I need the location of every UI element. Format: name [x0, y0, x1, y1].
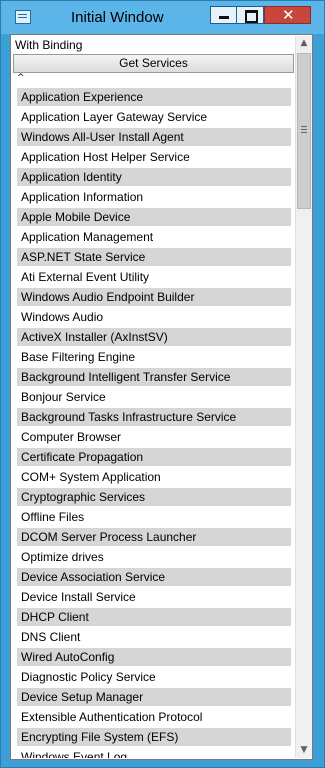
list-item[interactable]: Application Management — [17, 228, 291, 246]
app-window: Initial Window ✕ With Binding Get Servic… — [0, 0, 325, 768]
list-item[interactable]: Device Setup Manager — [17, 688, 291, 706]
window-title: Initial Window — [71, 9, 164, 26]
list-item[interactable]: Application Host Helper Service — [17, 148, 291, 166]
list-item[interactable]: Windows All-User Install Agent — [17, 128, 291, 146]
list-item[interactable]: Base Filtering Engine — [17, 348, 291, 366]
list-item[interactable]: DHCP Client — [17, 608, 291, 626]
list-item[interactable]: Windows Event Log — [17, 748, 291, 758]
maximize-button[interactable] — [237, 6, 264, 24]
minimize-button[interactable] — [210, 6, 237, 24]
get-services-button[interactable]: Get Services — [13, 54, 294, 73]
list-item[interactable]: ActiveX Installer (AxInstSV) — [17, 328, 291, 346]
list-item[interactable]: Windows Audio Endpoint Builder — [17, 288, 291, 306]
list-item[interactable]: Offline Files — [17, 508, 291, 526]
minimize-icon — [219, 16, 229, 19]
scroll-up-icon[interactable]: ▲ — [296, 36, 312, 51]
scroll-thumb[interactable] — [297, 53, 311, 209]
close-button[interactable]: ✕ — [264, 6, 311, 24]
vertical-scrollbar[interactable]: ▲ ▼ — [295, 36, 312, 758]
title-bar[interactable]: Initial Window ✕ — [1, 1, 324, 34]
maximize-icon — [245, 10, 258, 23]
sort-ascending-icon[interactable]: ^ — [17, 73, 25, 83]
list-item[interactable]: Application Identity — [17, 168, 291, 186]
list-item[interactable]: Diagnostic Policy Service — [17, 668, 291, 686]
binding-label: With Binding — [15, 38, 83, 52]
list-item[interactable]: Windows Audio — [17, 308, 291, 326]
list-item[interactable]: Encrypting File System (EFS) — [17, 728, 291, 746]
close-icon: ✕ — [282, 6, 295, 24]
list-item[interactable]: Wired AutoConfig — [17, 648, 291, 666]
list-item[interactable]: Certificate Propagation — [17, 448, 291, 466]
grip-icon — [301, 126, 307, 127]
list-item[interactable]: Background Tasks Infrastructure Service — [17, 408, 291, 426]
client-area: With Binding Get Services ^ Application … — [10, 34, 313, 760]
list-item[interactable]: Background Intelligent Transfer Service — [17, 368, 291, 386]
list-item[interactable]: Device Association Service — [17, 568, 291, 586]
list-item[interactable]: ASP.NET State Service — [17, 248, 291, 266]
list-item[interactable]: DCOM Server Process Launcher — [17, 528, 291, 546]
list-item[interactable]: Computer Browser — [17, 428, 291, 446]
list-item[interactable]: DNS Client — [17, 628, 291, 646]
list-item[interactable]: Device Install Service — [17, 588, 291, 606]
list-item[interactable]: Optimize drives — [17, 548, 291, 566]
list-item[interactable]: Application Information — [17, 188, 291, 206]
scroll-down-icon[interactable]: ▼ — [296, 743, 312, 758]
list-item[interactable]: Cryptographic Services — [17, 488, 291, 506]
list-item[interactable]: Ati External Event Utility — [17, 268, 291, 286]
list-item[interactable]: Application Experience — [17, 88, 291, 106]
list-item[interactable]: Extensible Authentication Protocol — [17, 708, 291, 726]
list-item[interactable]: Bonjour Service — [17, 388, 291, 406]
app-window-icon[interactable] — [15, 10, 31, 24]
list-item[interactable]: COM+ System Application — [17, 468, 291, 486]
list-item[interactable]: Apple Mobile Device — [17, 208, 291, 226]
list-item[interactable]: Application Layer Gateway Service — [17, 108, 291, 126]
services-list[interactable]: Application Experience Application Layer … — [17, 88, 291, 758]
